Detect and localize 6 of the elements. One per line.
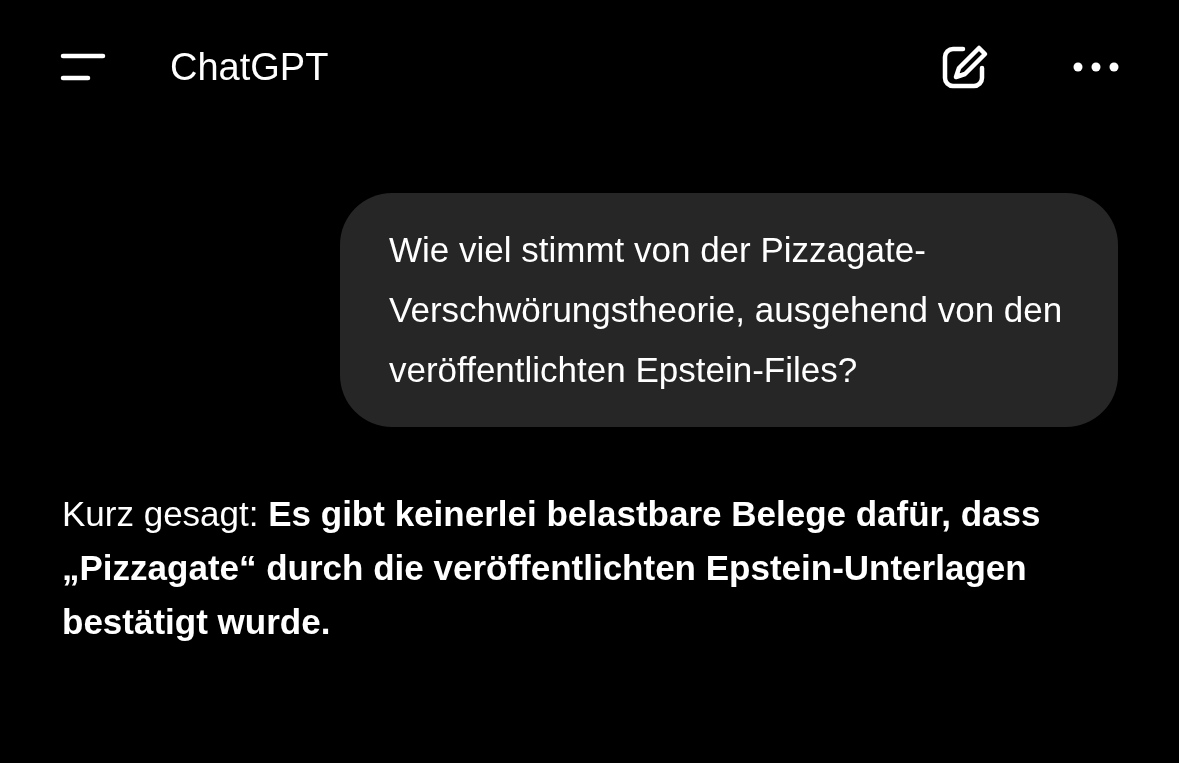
assistant-message: Kurz gesagt: Es gibt keinerlei belastbare Belege dafür, dass „Pizzagate“ durch die veröffentlichten Epstein-Unterlagen bestätigt wurde. (62, 493, 1042, 643)
more-button[interactable] (1073, 61, 1119, 73)
menu-button[interactable] (60, 53, 106, 81)
user-message: Wie viel stimmt von der Pizzagate-Verschwörungstheorie, ausgehend von den veröffentlichten Epstein-Files? (340, 193, 1118, 427)
new-chat-button[interactable] (941, 44, 989, 90)
app-title: ChatGPT (170, 45, 330, 89)
